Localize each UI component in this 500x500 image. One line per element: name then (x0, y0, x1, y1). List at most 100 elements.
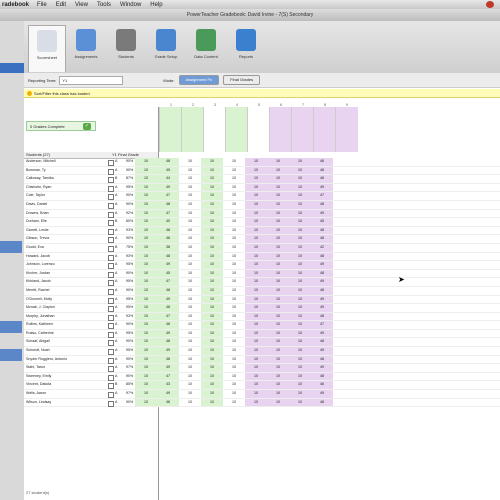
score-cell[interactable]: 49 (157, 261, 179, 269)
score-cell[interactable]: 10 (135, 372, 157, 381)
score-cell[interactable]: 10 (223, 398, 245, 407)
score-cell[interactable]: 48 (157, 226, 179, 235)
score-cell[interactable]: 47 (157, 209, 179, 218)
comment-icon[interactable] (108, 314, 114, 321)
score-cell[interactable]: 10 (135, 390, 157, 398)
score-cell[interactable]: 10 (289, 329, 311, 338)
score-cell[interactable]: 10 (179, 252, 201, 261)
score-cell[interactable]: 38 (157, 243, 179, 252)
table-row[interactable]: Vincent, DakotaB85%A-A104310101010101046 (24, 381, 500, 391)
score-cell[interactable]: 10 (201, 278, 223, 286)
sidebar-item-selected[interactable] (0, 63, 24, 73)
score-cell[interactable]: 48 (311, 398, 333, 407)
score-cell[interactable]: 10 (267, 338, 289, 347)
score-cell[interactable]: 10 (135, 312, 157, 321)
score-cell[interactable]: 10 (245, 226, 267, 235)
score-cell[interactable]: 10 (179, 218, 201, 226)
score-cell[interactable]: 10 (223, 218, 245, 226)
menu-view[interactable]: View (75, 2, 88, 8)
score-cell[interactable]: 10 (245, 312, 267, 321)
score-cell[interactable]: 10 (201, 218, 223, 226)
score-cell[interactable]: 10 (223, 286, 245, 295)
score-cell[interactable]: 10 (223, 381, 245, 390)
score-cell[interactable]: 10 (245, 166, 267, 175)
score-cell[interactable]: 10 (245, 304, 267, 312)
score-cell[interactable]: 10 (135, 355, 157, 364)
score-cell[interactable]: 10 (267, 278, 289, 286)
score-cell[interactable]: 46 (157, 398, 179, 407)
score-cell[interactable]: 10 (289, 261, 311, 269)
score-cell[interactable]: 10 (289, 398, 311, 407)
student-name[interactable]: Russo, Catherine (26, 330, 106, 338)
score-cell[interactable]: 10 (245, 398, 267, 407)
table-row[interactable]: Calloway, TamikaB87%A-A10441010101010104… (24, 175, 500, 184)
student-name[interactable]: Gould, Eva (26, 244, 106, 252)
score-cell[interactable]: 49 (157, 295, 179, 304)
score-cell[interactable]: 10 (135, 226, 157, 235)
student-name[interactable]: Chisholm, Ryan (26, 184, 106, 192)
assignment-column-header[interactable]: 9 (335, 103, 358, 152)
score-cell[interactable]: 10 (135, 235, 157, 243)
score-cell[interactable]: 45 (157, 269, 179, 278)
score-cell[interactable]: 10 (201, 286, 223, 295)
score-cell[interactable]: 10 (267, 390, 289, 398)
score-cell[interactable]: 10 (289, 175, 311, 183)
score-cell[interactable]: 10 (135, 381, 157, 390)
score-cell[interactable]: 10 (135, 329, 157, 338)
student-name[interactable]: Snyder Ruggiero, Antonio (26, 356, 106, 364)
comment-icon[interactable] (108, 177, 114, 184)
score-cell[interactable]: 46 (157, 235, 179, 243)
comment-icon[interactable] (108, 306, 114, 313)
score-cell[interactable]: 10 (267, 381, 289, 390)
comment-icon[interactable] (108, 400, 114, 407)
score-cell[interactable]: 10 (201, 226, 223, 235)
table-row[interactable]: Howard, JacobA93%A-A104810101010101048 (24, 252, 500, 262)
score-cell[interactable]: 10 (245, 243, 267, 252)
score-cell[interactable]: 10 (289, 158, 311, 166)
score-cell[interactable]: 10 (289, 364, 311, 372)
score-cell[interactable]: 48 (311, 338, 333, 347)
comment-icon[interactable] (108, 202, 114, 209)
score-cell[interactable]: 10 (179, 166, 201, 175)
menu-help[interactable]: Help (150, 2, 162, 8)
score-cell[interactable]: 45 (311, 218, 333, 226)
student-name[interactable]: Murphy, Jonathan (26, 313, 106, 321)
table-row[interactable]: Stahl, TarunA97%A-A104910101010101049 (24, 364, 500, 373)
mode-final-grades-button[interactable]: Final Grades (223, 75, 261, 85)
score-cell[interactable]: 10 (245, 390, 267, 398)
score-cell[interactable]: 10 (289, 226, 311, 235)
score-cell[interactable]: 10 (223, 372, 245, 381)
score-cell[interactable]: 49 (311, 295, 333, 304)
student-name[interactable]: Wilson, Lindsay (26, 399, 106, 407)
score-cell[interactable]: 10 (201, 200, 223, 209)
score-cell[interactable]: 10 (201, 347, 223, 355)
score-cell[interactable]: 10 (135, 304, 157, 312)
score-cell[interactable]: 10 (223, 355, 245, 364)
score-cell[interactable]: 10 (223, 295, 245, 304)
comment-icon[interactable] (108, 392, 114, 399)
score-cell[interactable]: 10 (223, 158, 245, 166)
score-cell[interactable]: 10 (179, 364, 201, 372)
score-cell[interactable]: 10 (135, 218, 157, 226)
score-cell[interactable]: 44 (157, 175, 179, 183)
assignment-column-header[interactable]: 2 (181, 103, 204, 152)
score-cell[interactable]: 10 (179, 200, 201, 209)
score-cell[interactable]: 10 (289, 166, 311, 175)
comment-icon[interactable] (108, 331, 114, 338)
score-cell[interactable]: 10 (201, 381, 223, 390)
score-cell[interactable]: 10 (201, 390, 223, 398)
score-cell[interactable]: 10 (201, 372, 223, 381)
table-row[interactable]: Anderson, MitchellA90%A-A104810101010101… (24, 158, 500, 167)
assignment-column-header[interactable]: 6 (269, 103, 292, 152)
table-row[interactable]: Durham, ElleB80%A-A104010101010101045 (24, 218, 500, 227)
score-cell[interactable]: 10 (201, 355, 223, 364)
table-row[interactable]: O'Donnell, MollyA95%A-A10491010101010104… (24, 295, 500, 305)
score-cell[interactable]: 10 (267, 243, 289, 252)
score-cell[interactable]: 10 (267, 226, 289, 235)
score-cell[interactable]: 10 (289, 192, 311, 200)
score-cell[interactable]: 49 (311, 347, 333, 355)
score-cell[interactable]: 10 (135, 192, 157, 200)
score-cell[interactable]: 48 (311, 200, 333, 209)
toolbar-assignments-button[interactable]: Assignments (68, 25, 104, 71)
score-cell[interactable]: 10 (201, 243, 223, 252)
